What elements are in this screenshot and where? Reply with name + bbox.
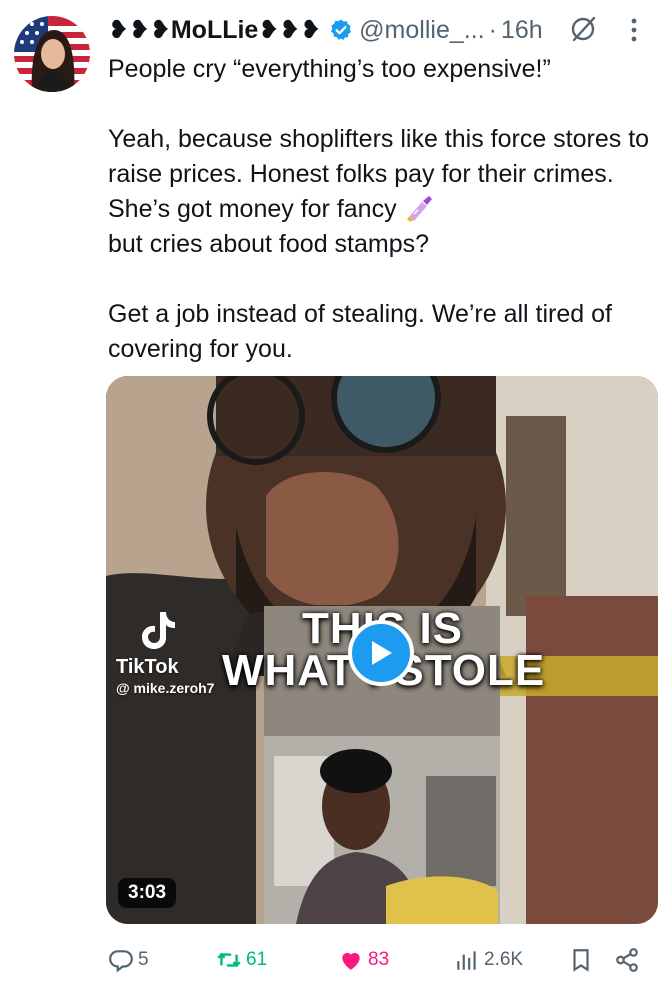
like-button[interactable]: 83 xyxy=(338,940,389,980)
retweet-icon xyxy=(217,952,241,968)
share-icon xyxy=(616,948,638,972)
video-player[interactable]: TikTok @ mike.zeroh7 THIS IS WHAT I STOL… xyxy=(106,376,658,924)
tiktok-watermark: TikTok xyxy=(116,656,179,678)
view-count: 2.6K xyxy=(484,949,524,970)
more-options-icon[interactable] xyxy=(628,16,640,44)
user-handle[interactable]: @mollie_... xyxy=(359,16,484,45)
reply-button[interactable]: 5 xyxy=(108,940,149,980)
bookmark-button[interactable] xyxy=(568,940,598,980)
retweet-button[interactable]: 61 xyxy=(216,940,267,980)
play-button[interactable] xyxy=(348,620,414,686)
timestamp[interactable]: 16h xyxy=(501,16,543,45)
tweet-actions: 5 61 83 2.6K xyxy=(108,940,668,980)
like-count: 83 xyxy=(368,949,390,970)
retweet-count: 61 xyxy=(246,949,268,970)
tiktok-logo-icon xyxy=(142,612,175,649)
tweet-text: People cry “everything’s too expensive!”… xyxy=(108,52,664,367)
tweet-paragraph-4: Get a job instead of stealing. We’re all… xyxy=(108,300,619,363)
heart-icon xyxy=(342,952,360,970)
display-name[interactable]: ❥❥❥MoLLie❥❥❥ xyxy=(108,15,321,45)
reply-icon xyxy=(109,950,133,973)
video-duration: 3:03 xyxy=(118,878,177,908)
separator-dot: · xyxy=(488,15,497,44)
tweet-paragraph-2: Yeah, because shoplifters like this forc… xyxy=(108,122,664,227)
share-button[interactable] xyxy=(614,940,644,980)
grok-icon[interactable] xyxy=(568,14,598,44)
tweet-paragraph-2-text: Yeah, because shoplifters like this forc… xyxy=(108,125,656,223)
reply-count: 5 xyxy=(138,949,149,970)
views-button[interactable]: 2.6K xyxy=(454,940,523,980)
tweet-paragraph-1: People cry “everything’s too expensive!” xyxy=(108,55,551,83)
bookmark-icon xyxy=(573,949,589,972)
play-icon xyxy=(372,641,392,665)
verified-badge-icon xyxy=(331,19,352,40)
tiktok-username: @ mike.zeroh7 xyxy=(116,680,215,696)
tweet-paragraph-3: but cries about food stamps? xyxy=(108,230,430,258)
views-chart-icon xyxy=(457,951,476,970)
avatar-image xyxy=(14,16,90,92)
nail-polish-icon xyxy=(406,196,432,222)
avatar[interactable] xyxy=(14,16,90,92)
